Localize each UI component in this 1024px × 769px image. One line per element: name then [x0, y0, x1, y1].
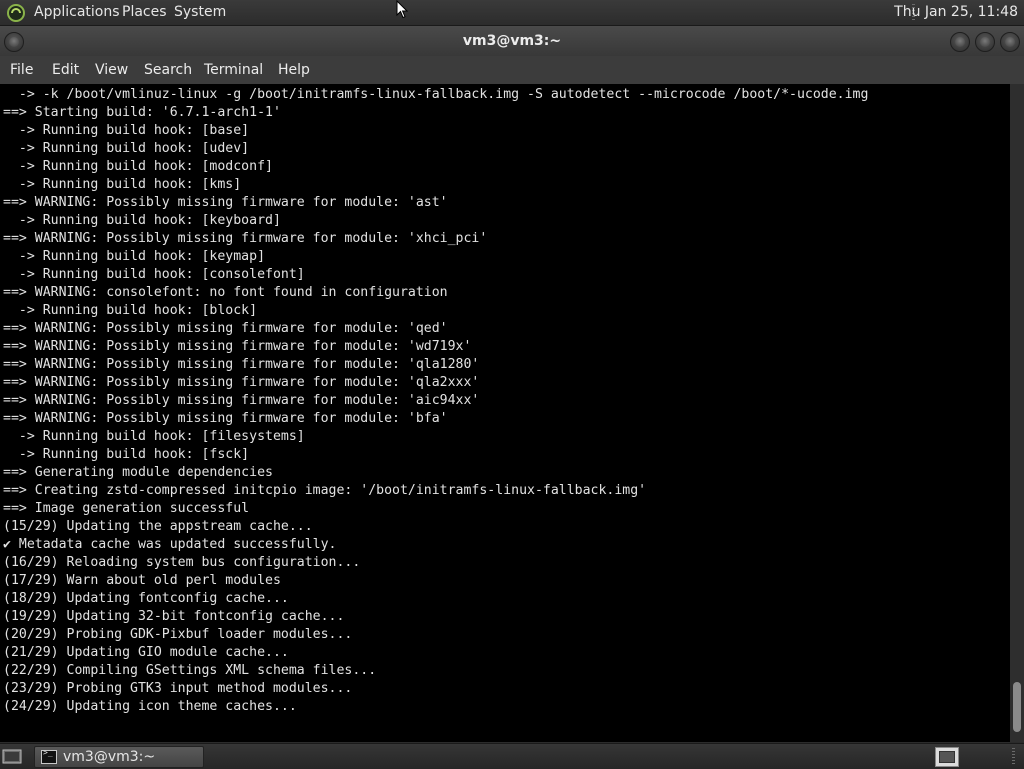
taskbar-window-label: vm3@vm3:~ [63, 749, 156, 765]
terminal-icon [41, 748, 57, 764]
terminal-line: -> Running build hook: [keyboard] [3, 213, 281, 228]
terminal-line: ==> WARNING: Possibly missing firmware f… [3, 393, 480, 408]
terminal-line: -> Running build hook: [modconf] [3, 159, 273, 174]
terminal-line: -> Running build hook: [fsck] [3, 447, 250, 462]
terminal-line: -> Running build hook: [filesystems] [3, 429, 305, 444]
terminal-line: -> Running build hook: [base] [3, 123, 250, 138]
clock[interactable]: Thu Jan 25, 11:48 [894, 0, 1018, 25]
scrollbar-thumb[interactable] [1013, 682, 1021, 732]
terminal-line: -> Running build hook: [kms] [3, 177, 242, 192]
places-menu[interactable]: Places [122, 0, 167, 25]
system-menu[interactable]: System [174, 0, 226, 25]
terminal-line: -> Running build hook: [udev] [3, 141, 250, 156]
terminal-output[interactable]: -> -k /boot/vmlinuz-linux -g /boot/initr… [0, 84, 1010, 742]
terminal-line: (19/29) Updating 32-bit fontconfig cache… [3, 609, 345, 624]
terminal-line: -> Running build hook: [block] [3, 303, 258, 318]
menu-terminal[interactable]: Terminal [204, 56, 263, 84]
terminal-line: ==> Creating zstd-compressed initcpio im… [3, 483, 647, 498]
terminal-line: (20/29) Probing GDK-Pixbuf loader module… [3, 627, 353, 642]
terminal-line: ==> WARNING: Possibly missing firmware f… [3, 357, 480, 372]
show-desktop-icon[interactable] [2, 747, 24, 766]
menubar: File Edit View Search Terminal Help [0, 56, 1024, 84]
terminal-line: ==> WARNING: Possibly missing firmware f… [3, 339, 472, 354]
menu-help[interactable]: Help [278, 56, 310, 84]
terminal-line: (22/29) Compiling GSettings XML schema f… [3, 663, 377, 678]
terminal-line: -> -k /boot/vmlinuz-linux -g /boot/initr… [3, 87, 869, 102]
terminal-text: -> -k /boot/vmlinuz-linux -g /boot/initr… [0, 84, 1010, 716]
taskbar-window-button[interactable]: vm3@vm3:~ [34, 746, 204, 768]
terminal-line: (15/29) Updating the appstream cache... [3, 519, 313, 534]
menu-edit[interactable]: Edit [52, 56, 79, 84]
window-titlebar[interactable]: vm3@vm3:~ [0, 26, 1024, 56]
terminal-line: (23/29) Probing GTK3 input method module… [3, 681, 353, 696]
terminal-line: -> Running build hook: [keymap] [3, 249, 266, 264]
terminal-line: ==> WARNING: Possibly missing firmware f… [3, 231, 488, 246]
maximize-button[interactable] [975, 32, 995, 52]
top-panel: Applications Places System Thu Jan 25, 1… [0, 0, 1024, 26]
terminal-line: ==> WARNING: Possibly missing firmware f… [3, 375, 480, 390]
menu-search[interactable]: Search [144, 56, 192, 84]
close-button[interactable] [1000, 32, 1020, 52]
terminal-scrollbar[interactable] [1010, 84, 1024, 742]
workspace-window-thumb [939, 751, 955, 763]
terminal-line: ✔ Metadata cache was updated successfull… [3, 537, 337, 552]
terminal-line: ==> WARNING: Possibly missing firmware f… [3, 321, 448, 336]
terminal-line: -> Running build hook: [consolefont] [3, 267, 305, 282]
bottom-panel: vm3@vm3:~ [0, 743, 1024, 769]
terminal-line: ==> Image generation successful [3, 501, 250, 516]
terminal-line: (21/29) Updating GIO module cache... [3, 645, 289, 660]
terminal-line: ==> Starting build: '6.7.1-arch1-1' [3, 105, 281, 120]
terminal-line: ==> Generating module dependencies [3, 465, 273, 480]
menu-file[interactable]: File [10, 56, 33, 84]
terminal-line: (16/29) Reloading system bus configurati… [3, 555, 361, 570]
window-title: vm3@vm3:~ [462, 33, 562, 49]
panel-separator [1012, 748, 1015, 765]
menu-view[interactable]: View [95, 56, 128, 84]
distro-logo-icon[interactable] [6, 3, 26, 23]
terminal-line: ==> WARNING: consolefont: no font found … [3, 285, 448, 300]
terminal-line: (18/29) Updating fontconfig cache... [3, 591, 289, 606]
terminal-line: (17/29) Warn about old perl modules [3, 573, 281, 588]
terminal-line: (24/29) Updating icon theme caches... [3, 699, 297, 714]
minimize-button[interactable] [950, 32, 970, 52]
applications-menu[interactable]: Applications [34, 0, 120, 25]
terminal-line: ==> WARNING: Possibly missing firmware f… [3, 195, 448, 210]
terminal-line: ==> WARNING: Possibly missing firmware f… [3, 411, 448, 426]
workspace-switcher[interactable] [935, 747, 959, 767]
mouse-pointer-icon [396, 0, 408, 19]
